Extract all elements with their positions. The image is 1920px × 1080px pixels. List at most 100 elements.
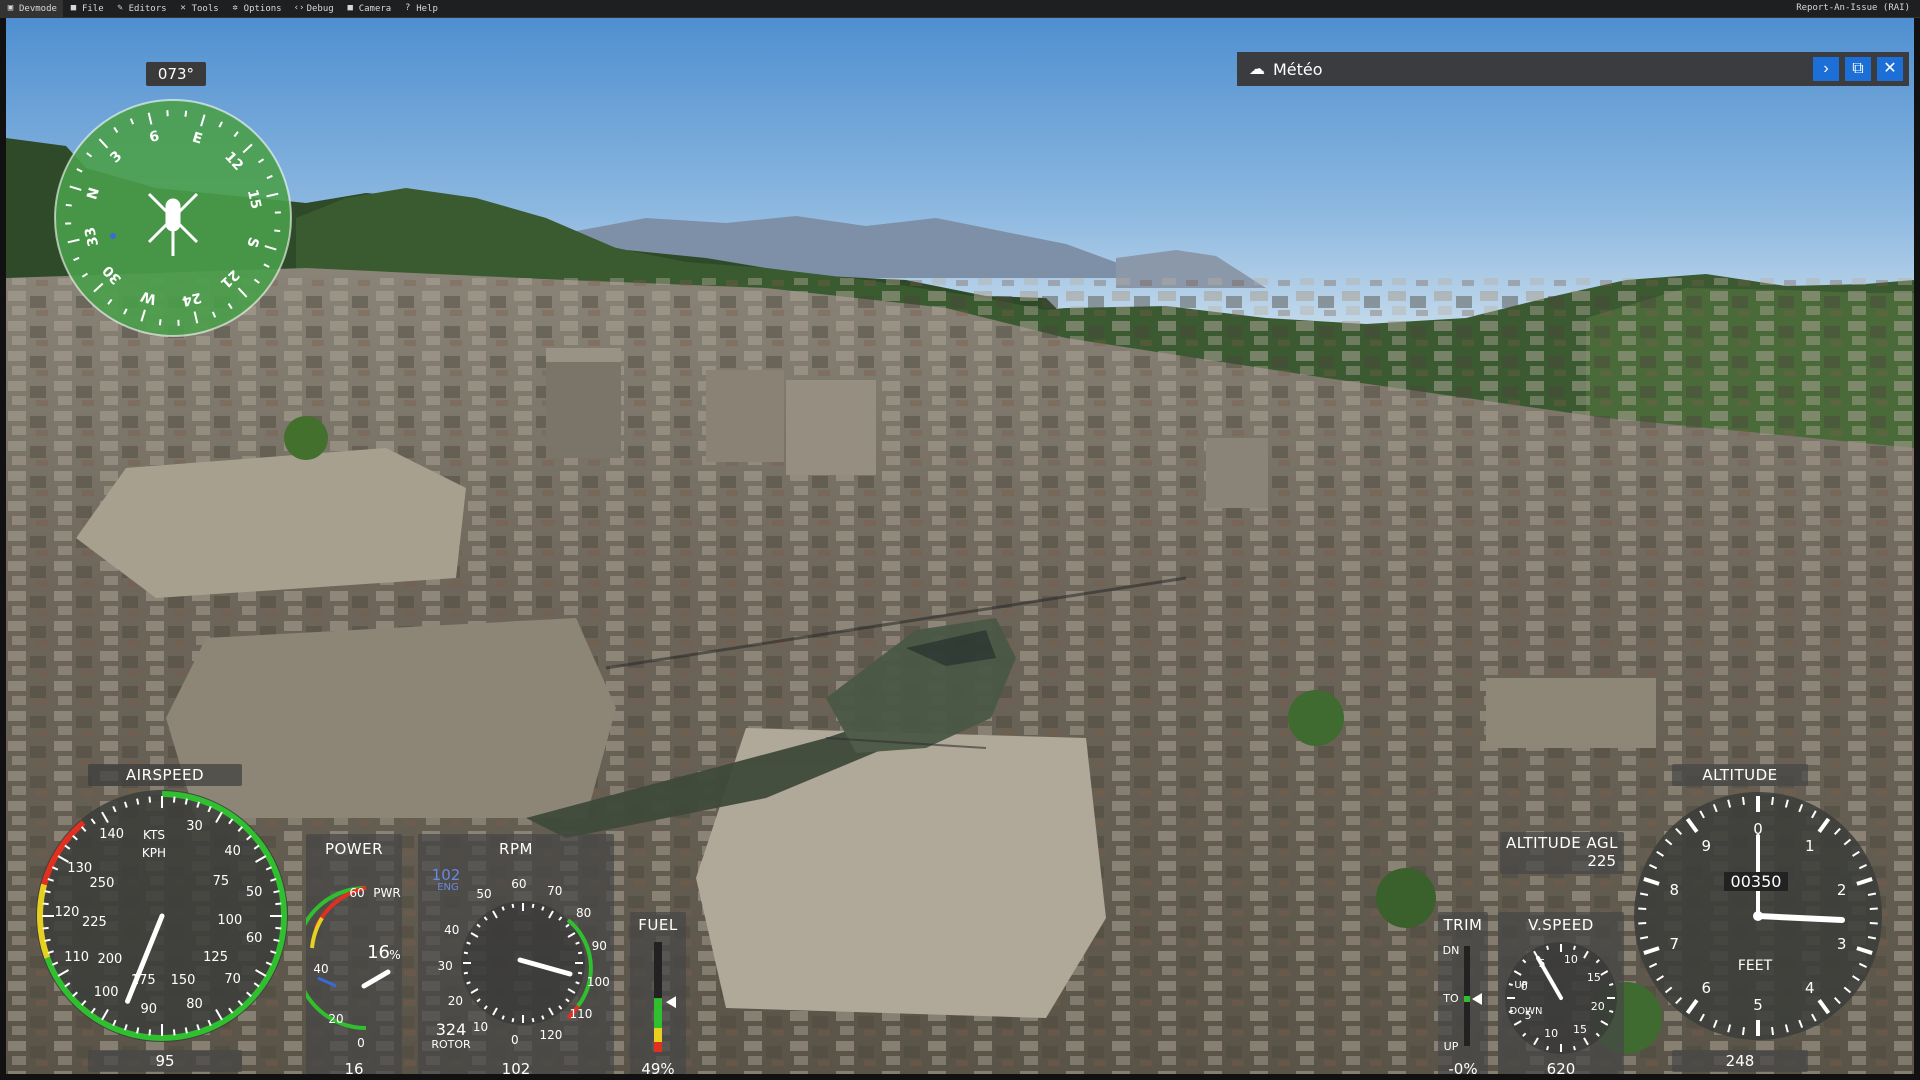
altitude-tick: 0 (1753, 820, 1763, 838)
airspeed-value: 95 (155, 1052, 175, 1070)
pwr-label: PWR (373, 886, 401, 900)
power-tick: 0 (357, 1036, 365, 1050)
airspeed-kts-tick: 140 (99, 827, 125, 843)
trim-gauge (1464, 946, 1482, 1046)
cloud-icon: ☁ (1249, 61, 1265, 78)
menu-tools[interactable]: ✕ Tools (173, 0, 225, 17)
airspeed-kts-tick: 40 (224, 844, 241, 860)
airspeed-kts-tick: 130 (67, 860, 93, 876)
rpm-title: RPM (499, 840, 533, 858)
airspeed-kph-tick: 200 (97, 951, 123, 967)
altitude-agl-title: ALTITUDE AGL (1505, 834, 1619, 852)
vspeed-tick: 20 (1590, 999, 1605, 1013)
vspeed-value: 620 (1546, 1060, 1576, 1074)
meteo-window-bar[interactable]: ☁ Météo › ⧉ ✕ (1237, 52, 1909, 86)
help-icon: ? (404, 3, 411, 13)
power-title: POWER (324, 840, 384, 858)
power-value: 16 (344, 1060, 364, 1074)
menu-bar: ▣ Devmode ■ File ✎ Editors ✕ Tools ✲ Options … (0, 0, 1920, 18)
close-button[interactable]: ✕ (1877, 57, 1903, 81)
report-issue-link[interactable]: Report-An-Issue (RAI) (1796, 0, 1910, 17)
devmode-icon: ▣ (7, 3, 14, 13)
compass-rose: N36 E1215S2124W3033 (54, 99, 292, 337)
rpm-tick: 100 (586, 975, 610, 990)
close-icon: ✕ (1883, 60, 1897, 77)
tools-icon: ✕ (180, 3, 186, 13)
rpm-tick: 90 (591, 938, 607, 953)
meteo-title: Météo (1273, 59, 1323, 79)
gear-icon: ✲ (232, 3, 238, 13)
menu-help[interactable]: ? Help (397, 0, 444, 17)
airspeed-kts-tick: 60 (245, 930, 263, 946)
menu-label: Help (416, 3, 438, 14)
rpm-tick: 110 (569, 1007, 593, 1022)
airspeed-kph-tick: 175 (130, 973, 156, 989)
airspeed-kph-tick: 250 (89, 876, 115, 892)
menu-label: Options (243, 3, 282, 14)
power-tick: 20 (328, 1012, 344, 1026)
power-percent: 16 (367, 942, 390, 963)
rpm-tick: 50 (476, 887, 492, 902)
airspeed-kts-tick: 30 (186, 818, 203, 834)
menu-camera[interactable]: ■ Camera (340, 0, 398, 17)
airspeed-title: AIRSPEED (125, 766, 205, 784)
airspeed-kts-tick: 70 (224, 971, 241, 987)
vspeed-tick: 15 (1586, 971, 1601, 984)
rpm-rotor-label: ROTOR (431, 1038, 471, 1051)
airspeed-kts-tick: 50 (245, 885, 263, 901)
vspeed-down-label: DOWN (1509, 1006, 1543, 1017)
kph-label: KPH (141, 846, 167, 860)
altitude-tick: 9 (1701, 836, 1712, 855)
vspeed-tick: 10 (1544, 1026, 1559, 1040)
rpm-tick: 0 (511, 1032, 519, 1047)
rpm-tick: 120 (539, 1027, 563, 1042)
menu-options[interactable]: ✲ Options (225, 0, 288, 17)
airspeed-kph-tick: 150 (170, 972, 196, 988)
menu-label: Camera (358, 3, 392, 14)
code-icon: ‹› (293, 3, 305, 13)
heading-readout-box: 073° (146, 62, 206, 86)
heading-readout: 073° (157, 65, 195, 83)
altitude-tick: 6 (1701, 979, 1712, 998)
altitude-tick: 2 (1836, 880, 1847, 899)
external-window-icon: ⧉ (1852, 60, 1864, 77)
folder-icon: ■ (70, 3, 77, 13)
chevron-right-icon: › (1823, 60, 1829, 77)
pencil-icon: ✎ (117, 3, 123, 13)
trim-title: TRIM (1443, 916, 1483, 934)
rpm-tick: 40 (444, 923, 460, 938)
menu-debug[interactable]: ‹› Debug (288, 0, 340, 17)
power-tick: 60 (349, 886, 365, 900)
altitude-title: ALTITUDE (1702, 766, 1778, 784)
expand-button[interactable]: › (1813, 57, 1839, 81)
rpm-value: 102 (501, 1060, 531, 1074)
menu-label: Editors (128, 3, 167, 14)
popout-button[interactable]: ⧉ (1845, 57, 1871, 81)
airspeed-kts-tick: 80 (186, 997, 203, 1013)
fuel-gauge (654, 942, 676, 1052)
flight-viewport[interactable]: ☁ Météo › ⧉ ✕ 073° N 3 6 E 12 15 S 21 24 W 30 33 AI… (6, 18, 1914, 1074)
vspeed-tick: 15 (1573, 1022, 1587, 1036)
rpm-tick: 30 (437, 959, 453, 974)
airspeed-kph-tick: 225 (81, 915, 107, 931)
rpm-tick: 70 (547, 883, 563, 898)
fuel-value: 49% (641, 1060, 675, 1074)
altitude-tick: 4 (1804, 979, 1815, 998)
rpm-rotor-value: 324 (435, 1020, 467, 1039)
altitude-tick: 8 (1669, 880, 1680, 899)
airspeed-kph-tick: 100 (217, 912, 243, 928)
power-tick: 40 (313, 962, 329, 976)
menu-label: Devmode (19, 3, 57, 14)
altitude-agl-value: 225 (1587, 852, 1616, 870)
altitude-drum: 00350 (1724, 872, 1788, 891)
menu-label: File (81, 3, 104, 14)
vspeed-up-label: UP (1514, 980, 1528, 991)
menu-editors[interactable]: ✎ Editors (110, 0, 173, 17)
altitude-value: 248 (1725, 1052, 1755, 1070)
altitude-tick: 3 (1836, 935, 1847, 954)
vspeed-tick: 5 (1538, 957, 1546, 971)
rpm-tick: 60 (511, 877, 527, 892)
menu-devmode[interactable]: ▣ Devmode (0, 0, 63, 17)
menu-file[interactable]: ■ File (63, 0, 110, 17)
trim-value: -0% (1448, 1060, 1478, 1074)
